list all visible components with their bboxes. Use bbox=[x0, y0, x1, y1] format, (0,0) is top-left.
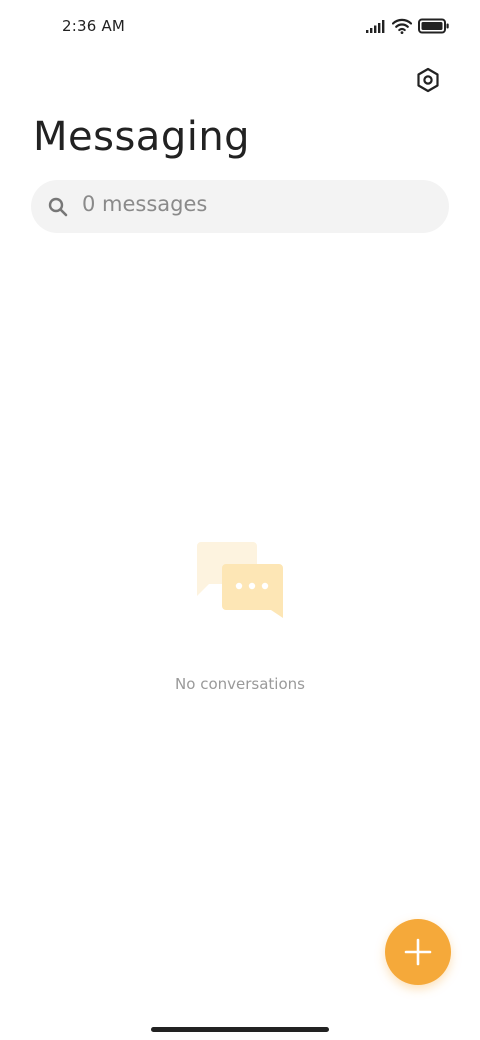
signal-icon bbox=[366, 20, 385, 33]
status-icons bbox=[366, 18, 450, 34]
chat-bubbles-icon bbox=[197, 542, 283, 618]
settings-hexagon-icon bbox=[417, 67, 439, 93]
messaging-screen: 2:36 AM Messaging 0 messages No conversa… bbox=[0, 0, 480, 1040]
search-icon bbox=[48, 197, 68, 217]
page-title: Messaging bbox=[33, 114, 251, 160]
new-conversation-button[interactable] bbox=[385, 919, 451, 985]
battery-icon bbox=[418, 18, 449, 34]
search-bar[interactable]: 0 messages bbox=[31, 180, 449, 233]
wifi-icon bbox=[392, 18, 412, 34]
home-indicator[interactable] bbox=[151, 1027, 329, 1032]
search-placeholder: 0 messages bbox=[82, 192, 208, 216]
settings-button[interactable] bbox=[412, 64, 444, 96]
empty-state-text: No conversations bbox=[175, 675, 305, 693]
status-time: 2:36 AM bbox=[62, 17, 126, 35]
plus-icon bbox=[404, 938, 432, 966]
status-bar: 2:36 AM bbox=[0, 0, 480, 52]
